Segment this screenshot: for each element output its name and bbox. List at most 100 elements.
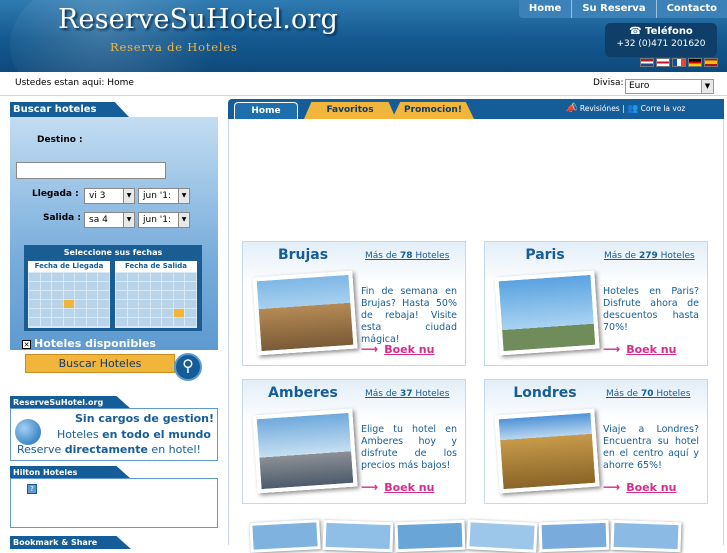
city-card-brujas[interactable]: Brujas Más de 78 Hoteles Fin de semana e… (242, 241, 466, 366)
top-nav: Home Su Reserva Contacto (518, 0, 727, 18)
strip-photo[interactable] (610, 519, 682, 553)
llegada-day-value: vi 3 (89, 191, 106, 201)
more-hotels-link[interactable]: Más de 70 Hoteles (606, 389, 690, 399)
site-header: ReserveSuHotel.org Reserva de Hoteles Ho… (0, 0, 727, 72)
site-tagline: Reserva de Hoteles (110, 40, 238, 54)
calendar-departure-grid[interactable] (115, 272, 197, 327)
phone-label: Teléfono (645, 26, 693, 37)
city-name: Amberes (268, 385, 338, 401)
flag-de-icon[interactable] (688, 58, 702, 67)
city-photo[interactable] (252, 270, 358, 356)
help-icon[interactable]: ? (27, 484, 37, 494)
chevron-down-icon: ▼ (123, 189, 134, 203)
destino-input[interactable] (16, 162, 166, 179)
calendar-panel: Seleccione sus fechas Fecha de Llegada F… (24, 245, 202, 331)
city-name: Londres (513, 385, 577, 401)
city-description: Hoteles en Paris? Disfrute ahora de desc… (603, 286, 699, 333)
city-photo[interactable] (494, 408, 600, 494)
flag-nl-icon[interactable] (640, 58, 654, 67)
calendar-arrival[interactable]: Fecha de Llegada (28, 261, 110, 328)
calendar-departure-title: Fecha de Salida (115, 261, 197, 272)
tab-home[interactable]: Home (234, 102, 298, 119)
social-bar: 📣 Revisiónes | 👥 Corre la voz (561, 99, 724, 119)
chevron-down-icon: ▼ (178, 213, 189, 227)
city-card-londres[interactable]: Londres Más de 70 Hoteles Viaje a Londre… (484, 379, 708, 504)
chevron-down-icon: ▼ (701, 80, 713, 93)
strip-photo[interactable] (466, 519, 538, 553)
currency-select[interactable]: Euro ▼ (625, 79, 714, 94)
llegada-day-select[interactable]: vi 3 ▼ (84, 188, 135, 204)
salida-month-select[interactable]: jun '1: ▼ (138, 212, 190, 228)
city-description: Viaje a Londres? Encuentra su hotel en e… (603, 424, 699, 471)
currency-label: Divisa: (593, 78, 624, 88)
phone-icon: ☎ (629, 26, 646, 37)
tab-promocion[interactable]: Promocion! (392, 102, 474, 119)
chevron-down-icon: ▼ (123, 213, 134, 227)
book-now-link[interactable]: ⟶ Boek nu (361, 342, 434, 356)
city-card-paris[interactable]: Paris Más de 279 Hoteles Hoteles en Pari… (484, 241, 708, 366)
book-now-link[interactable]: ⟶ Boek nu (603, 480, 676, 494)
nav-home-link[interactable]: Home (519, 0, 571, 18)
arrow-right-icon: ⟶ (361, 480, 379, 494)
city-description: Elige tu hotel en Amberes hoy y disfrute… (361, 424, 457, 471)
llegada-month-value: jun '1: (143, 191, 172, 201)
arrow-right-icon: ⟶ (361, 342, 379, 356)
more-hotels-link[interactable]: Más de 78 Hoteles (365, 251, 449, 261)
salida-day-select[interactable]: sa 4 ▼ (84, 212, 135, 228)
city-photo[interactable] (494, 270, 600, 356)
globe-icon (15, 419, 41, 445)
rsh-line-3: Reserve directamente en hotel! (17, 443, 201, 456)
destino-label: Destino : (37, 135, 83, 145)
photo-strip (245, 519, 721, 553)
rsh-promo-box: Sin cargos de gestion! Hoteles en todo e… (10, 408, 218, 461)
calendar-departure[interactable]: Fecha de Salida (115, 261, 197, 328)
city-card-amberes[interactable]: Amberes Más de 37 Hoteles Elige tu hotel… (242, 379, 466, 504)
language-flags (640, 58, 718, 67)
rsh-line-1: Sin cargos de gestion! (75, 412, 215, 425)
chevron-down-icon: ▼ (178, 189, 189, 203)
city-photo[interactable] (252, 408, 358, 494)
city-name: Paris (525, 247, 565, 263)
hilton-box: ? (10, 478, 218, 528)
corre-la-voz-link[interactable]: Corre la voz (641, 104, 686, 113)
llegada-month-select[interactable]: jun '1: ▼ (138, 188, 190, 204)
calendar-arrival-grid[interactable] (28, 272, 110, 327)
phone-box: ☎ Teléfono +32 (0)471 201620 (605, 23, 717, 57)
arrow-right-icon: ⟶ (603, 480, 621, 494)
users-icon: 👥 (627, 104, 639, 114)
rsh-line-2: Hoteles en todo el mundo (57, 428, 211, 441)
city-name: Brujas (277, 247, 329, 263)
site-logo[interactable]: ReserveSuHotel.org (58, 4, 338, 35)
breadcrumb: Ustedes estan aqui: Home (15, 78, 134, 88)
strip-photo[interactable] (322, 519, 394, 553)
currency-value: Euro (629, 81, 650, 91)
calendar-title: Seleccione sus fechas (63, 248, 163, 257)
book-now-link[interactable]: ⟶ Boek nu (603, 342, 676, 356)
city-description: Fin de semana en Brujas? Hasta 50% de re… (361, 286, 457, 345)
sub-bar: Ustedes estan aqui: Home Divisa: (0, 72, 727, 96)
flag-fr-icon[interactable] (672, 58, 686, 67)
bookmark-section-title: Bookmark & Share (10, 536, 131, 549)
salida-day-value: sa 4 (89, 215, 108, 225)
strip-photo[interactable] (394, 519, 466, 553)
more-hotels-link[interactable]: Más de 279 Hoteles (604, 251, 695, 261)
tab-favoritos[interactable]: Favoritos (304, 102, 396, 119)
nav-contacto-link[interactable]: Contacto (655, 0, 727, 18)
search-panel-title: Buscar hoteles (10, 102, 129, 117)
available-hotels-option[interactable]: ✕ Hoteles disponibles (22, 337, 156, 350)
strip-photo[interactable] (538, 519, 610, 553)
salida-label: Salida : (43, 213, 81, 223)
flag-uk-icon[interactable] (656, 58, 670, 67)
calendar-arrival-title: Fecha de Llegada (28, 261, 110, 272)
search-icon[interactable]: ⚲ (174, 353, 202, 381)
strip-photo[interactable] (249, 519, 321, 553)
nav-reserva-link[interactable]: Su Reserva (571, 0, 655, 18)
search-hotels-button[interactable]: Buscar Hoteles (25, 354, 175, 373)
more-hotels-link[interactable]: Más de 37 Hoteles (365, 389, 449, 399)
revisiones-link[interactable]: Revisiónes (580, 104, 620, 113)
llegada-label: Llegada : (32, 189, 79, 199)
available-hotels-checkbox[interactable]: ✕ (22, 339, 31, 349)
book-now-link[interactable]: ⟶ Boek nu (361, 480, 434, 494)
phone-number: +32 (0)471 201620 (616, 39, 706, 49)
flag-es-icon[interactable] (704, 58, 718, 67)
